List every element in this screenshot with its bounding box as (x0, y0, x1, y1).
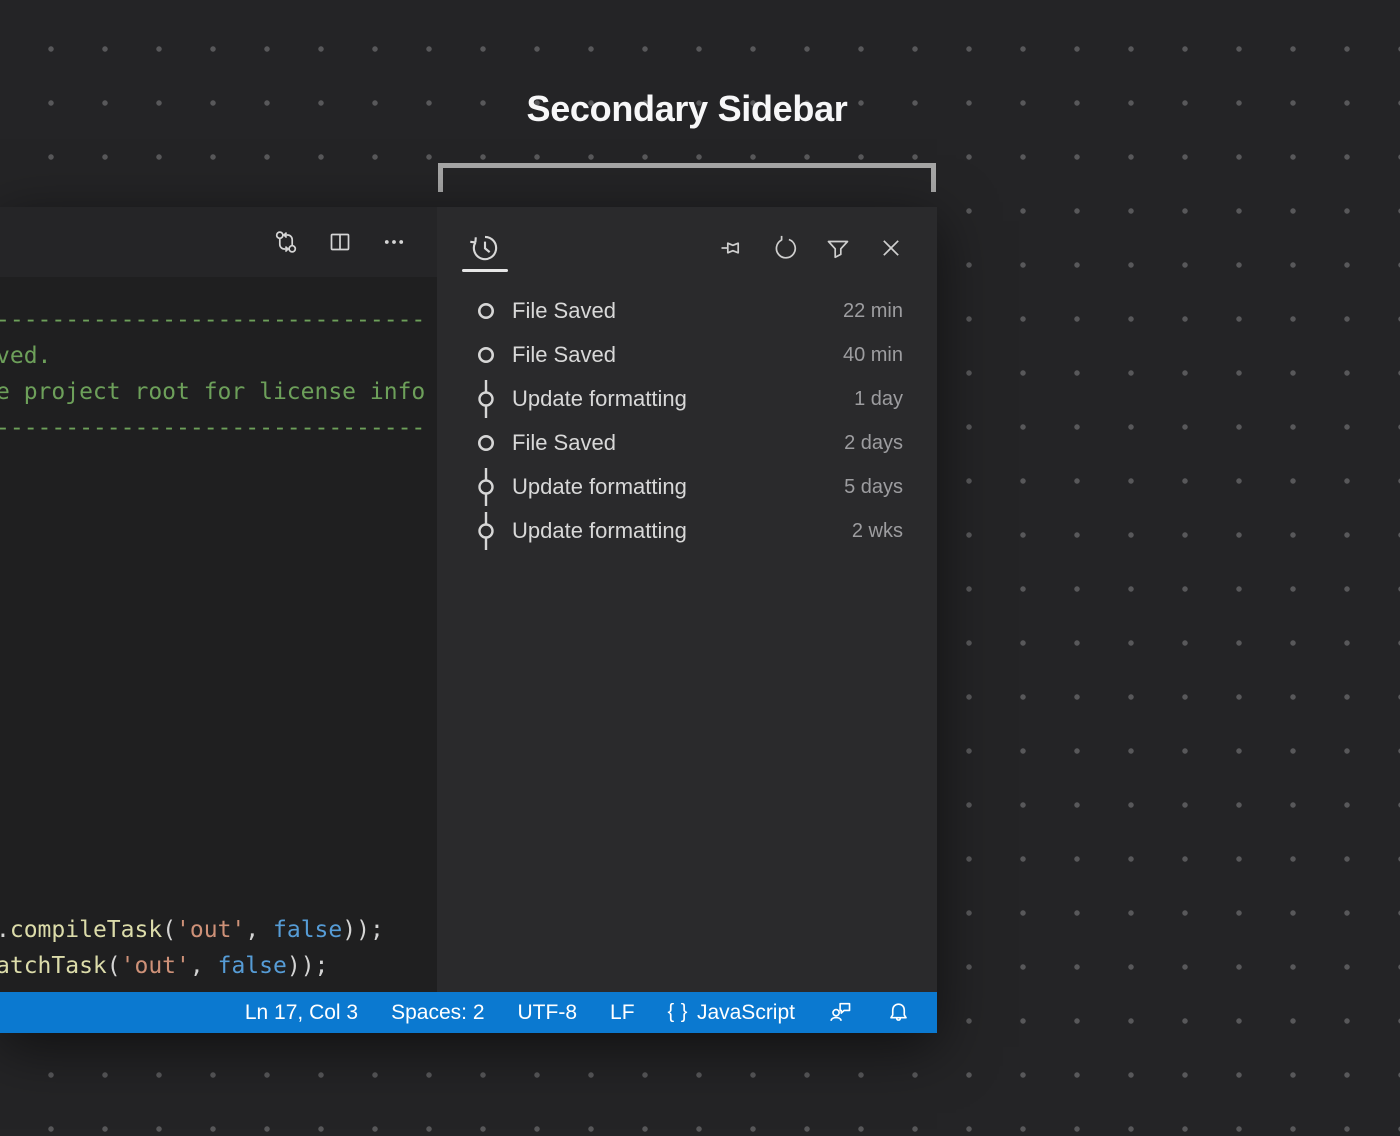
timeline-item-label: File Saved (512, 298, 616, 324)
code-line: ------------------------------- (0, 410, 425, 446)
timeline-item-label: File Saved (512, 342, 616, 368)
timeline-panel-header (437, 207, 937, 289)
status-item-label: Ln 17, Col 3 (245, 1001, 358, 1025)
code-line: atchTask('out', false)); (0, 948, 384, 984)
filter-icon (825, 235, 851, 261)
git-commit-icon (477, 509, 495, 553)
timeline-item-timestamp: 22 min (843, 300, 903, 323)
refresh-icon (772, 235, 798, 261)
filter-button[interactable] (825, 235, 851, 261)
timeline-item-timestamp: 2 wks (852, 520, 903, 543)
timeline-item-timestamp: 2 days (844, 432, 903, 455)
status-bar: Ln 17, Col 3 Spaces: 2 UTF-8 LF { } JavaScrip… (0, 992, 937, 1033)
refresh-button[interactable] (772, 235, 798, 261)
status-item-label: LF (610, 1001, 635, 1025)
editor-group: -------------------------------ved.e pro… (0, 207, 437, 992)
timeline-item-label: Update formatting (512, 386, 687, 412)
secondary-sidebar-callout-title: Secondary Sidebar (438, 88, 936, 130)
timeline-list: File Saved 22 min File Saved 40 min Update… (437, 289, 937, 992)
code-line: ------------------------------- (0, 302, 425, 338)
timeline-item[interactable]: File Saved 2 days (437, 421, 937, 465)
timeline-view-tab[interactable] (465, 219, 505, 277)
timeline-item-timestamp: 1 day (854, 388, 903, 411)
editor-title-bar (0, 207, 437, 277)
status-item-label: JavaScript (697, 1001, 795, 1025)
status-utf-8[interactable]: UTF-8 (518, 1001, 578, 1025)
active-tab-indicator (462, 269, 508, 272)
notifications-button[interactable] (886, 1000, 911, 1025)
code-line: ved. (0, 338, 425, 374)
workbench: -------------------------------ved.e pro… (0, 207, 937, 992)
close-icon (878, 235, 904, 261)
editor-content[interactable]: -------------------------------ved.e pro… (0, 277, 437, 992)
pin-view-button[interactable] (719, 235, 745, 261)
pin-icon (719, 235, 745, 261)
timeline-item[interactable]: Update formatting 2 wks (437, 509, 937, 553)
status-item-label: UTF-8 (518, 1001, 578, 1025)
braces-icon: { } (668, 1001, 688, 1024)
timeline-item[interactable]: Update formatting 1 day (437, 377, 937, 421)
timeline-item[interactable]: File Saved 22 min (437, 289, 937, 333)
status-spaces-2[interactable]: Spaces: 2 (391, 1001, 484, 1025)
more-actions-button[interactable] (381, 229, 407, 255)
more-icon (381, 229, 407, 255)
timeline-item[interactable]: Update formatting 5 days (437, 465, 937, 509)
close-panel-button[interactable] (878, 235, 904, 261)
timeline-item[interactable]: File Saved 40 min (437, 333, 937, 377)
status-item-label: Spaces: 2 (391, 1001, 484, 1025)
callout-bracket (438, 163, 936, 192)
code-line: .compileTask('out', false)); (0, 912, 384, 948)
split-icon (327, 229, 353, 255)
license-comment-block: -------------------------------ved.e pro… (0, 302, 425, 446)
vscode-window: -------------------------------ved.e pro… (0, 207, 937, 1033)
git-commit-icon (477, 377, 495, 421)
status-lf[interactable]: LF (610, 1001, 635, 1025)
background: { "overlay": { "title": "Secondary Sideb… (0, 0, 1400, 1136)
timeline-item-label: File Saved (512, 430, 616, 456)
circle-icon (477, 421, 495, 465)
feedback-button[interactable] (828, 1000, 853, 1025)
timeline-item-timestamp: 5 days (844, 476, 903, 499)
compare-icon (273, 229, 299, 255)
status-ln-17-col-3[interactable]: Ln 17, Col 3 (245, 1001, 358, 1025)
open-changes-button[interactable] (273, 229, 299, 255)
code-line: e project root for license info (0, 374, 425, 410)
status-javascript[interactable]: { } JavaScript (668, 1001, 795, 1025)
timeline-item-label: Update formatting (512, 474, 687, 500)
split-editor-button[interactable] (327, 229, 353, 255)
secondary-sidebar-panel: File Saved 22 min File Saved 40 min Update… (437, 207, 937, 992)
bell-icon (886, 1000, 911, 1025)
panel-action-buttons (719, 235, 904, 261)
circle-icon (477, 333, 495, 377)
git-commit-icon (477, 465, 495, 509)
circle-icon (477, 289, 495, 333)
timeline-item-timestamp: 40 min (843, 344, 903, 367)
feedback-icon (828, 1000, 853, 1025)
code-block: .compileTask('out', false));atchTask('ou… (0, 912, 384, 984)
timeline-item-label: Update formatting (512, 518, 687, 544)
